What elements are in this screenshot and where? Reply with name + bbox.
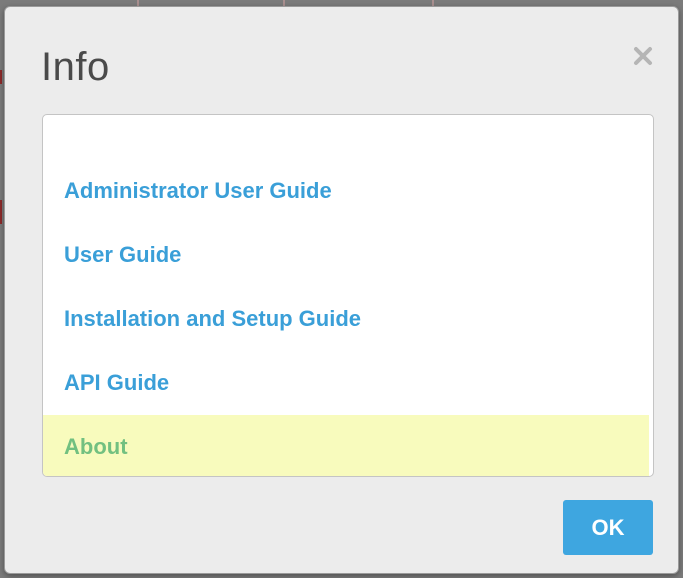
dialog-title: Info <box>41 45 110 89</box>
ok-button[interactable]: OK <box>563 500 653 555</box>
link-about[interactable]: About <box>43 415 649 476</box>
link-administrator-user-guide[interactable]: Administrator User Guide <box>43 159 653 223</box>
close-icon-glyph <box>634 47 652 65</box>
backdrop-marker <box>0 70 2 84</box>
info-dialog: Info Administrator User Guide User Guide… <box>4 6 679 574</box>
close-icon[interactable] <box>630 43 656 69</box>
guide-list-box: Administrator User Guide User Guide Inst… <box>42 114 654 477</box>
link-user-guide[interactable]: User Guide <box>43 223 653 287</box>
link-api-guide[interactable]: API Guide <box>43 351 653 415</box>
guide-list: Administrator User Guide User Guide Inst… <box>43 159 653 476</box>
backdrop-marker <box>0 200 2 224</box>
link-installation-setup-guide[interactable]: Installation and Setup Guide <box>43 287 653 351</box>
